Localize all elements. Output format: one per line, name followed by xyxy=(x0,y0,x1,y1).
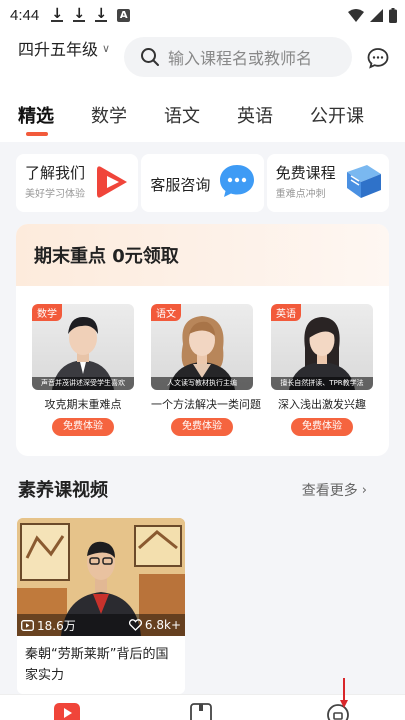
quick-link-free-course[interactable]: 免费课程 重难点冲刺 xyxy=(266,154,389,212)
top-header: 四升五年级 ∨ 输入课程名或教师名 xyxy=(0,30,405,90)
download-icon: ↓ xyxy=(51,6,64,22)
teacher-card-desc: 深入浅出激发兴趣 xyxy=(278,398,366,411)
tab-featured[interactable]: 精选 xyxy=(18,90,54,142)
status-time: 4:44 xyxy=(10,6,40,24)
grade-label: 四升五年级 xyxy=(18,40,99,59)
wifi-icon xyxy=(348,8,364,22)
play-triangle-icon xyxy=(97,166,128,198)
search-placeholder: 输入课程名或教师名 xyxy=(168,49,313,68)
signal-icon xyxy=(370,8,383,22)
see-more-link[interactable]: 查看更多 › xyxy=(302,480,367,500)
chevron-right-icon: › xyxy=(361,482,367,498)
teacher-card-english[interactable]: 英语 擅长自然拼读、TPR教学法 深入浅出激发兴趣 免费体验 xyxy=(271,304,373,436)
subject-tag: 英语 xyxy=(271,304,301,321)
notification-a-icon: A xyxy=(117,8,131,22)
tab-home-icon[interactable] xyxy=(54,703,80,720)
teacher-card-desc: 一个方法解决一类问题 xyxy=(151,398,261,411)
book-icon xyxy=(346,165,381,198)
see-more-label: 查看更多 xyxy=(301,483,358,499)
free-trial-button[interactable]: 免费体验 xyxy=(171,418,233,436)
chat-bubble-icon xyxy=(219,165,254,197)
section-title: 素养课视频 xyxy=(18,480,108,501)
status-bar: 4:44 ↓ ↓ ↓ A xyxy=(0,0,405,30)
heart-icon xyxy=(128,619,142,631)
video-thumbnail: 18.6万 6.8k+ xyxy=(17,518,185,636)
teacher-caption: 擅长自然拼读、TPR教学法 xyxy=(271,377,373,390)
tab-chinese[interactable]: 语文 xyxy=(164,90,200,142)
grade-selector[interactable]: 四升五年级 ∨ xyxy=(18,36,110,60)
message-icon[interactable] xyxy=(366,46,390,70)
quick-link-about-us[interactable]: 了解我们 美好学习体验 xyxy=(16,154,139,212)
teacher-card-chinese[interactable]: 语文 人文读写教材执行主编 一个方法解决一类问题 免费体验 xyxy=(151,304,261,436)
teacher-photo: 数学 声音并茂讲述深受学生喜欢 xyxy=(32,304,134,390)
tab-math[interactable]: 数学 xyxy=(91,90,127,142)
teacher-photo: 英语 擅长自然拼读、TPR教学法 xyxy=(271,304,373,390)
quick-links: 了解我们 美好学习体验 客服咨询 免费课程 重难点冲刺 xyxy=(16,154,389,212)
play-count: 18.6万 xyxy=(37,618,76,633)
free-trial-button[interactable]: 免费体验 xyxy=(52,418,114,436)
subject-tag: 数学 xyxy=(32,304,62,321)
free-trial-button[interactable]: 免费体验 xyxy=(291,418,353,436)
chevron-down-icon: ∨ xyxy=(102,41,111,55)
teacher-caption: 人文读写教材执行主编 xyxy=(151,377,253,390)
teacher-card-math[interactable]: 数学 声音并茂讲述深受学生喜欢 攻克期末重难点 免费体验 xyxy=(32,304,134,436)
tab-english[interactable]: 英语 xyxy=(237,90,273,142)
arrow-down-icon xyxy=(340,678,348,708)
video-card[interactable]: 18.6万 6.8k+ 秦朝“劳斯莱斯”背后的国家实力 xyxy=(17,518,185,694)
battery-icon xyxy=(389,7,397,23)
search-input[interactable]: 输入课程名或教师名 xyxy=(124,37,352,77)
promo-card: 期末重点 0元领取 数学 声音并茂讲述深受学生喜欢 攻克期末重难点 免费体验 语… xyxy=(16,224,389,456)
search-icon xyxy=(141,48,159,66)
tab-courses-icon[interactable] xyxy=(190,703,212,720)
play-count-icon xyxy=(21,619,34,631)
teacher-caption: 声音并茂讲述深受学生喜欢 xyxy=(32,377,134,390)
teacher-photo: 语文 人文读写教材执行主编 xyxy=(151,304,253,390)
subject-tag: 语文 xyxy=(151,304,181,321)
download-icon: ↓ xyxy=(73,6,86,22)
promo-title: 期末重点 0元领取 xyxy=(34,246,179,267)
download-icon: ↓ xyxy=(95,6,108,22)
video-stats: 18.6万 6.8k+ xyxy=(17,614,185,636)
video-title: 秦朝“劳斯莱斯”背后的国家实力 xyxy=(25,647,169,683)
like-count: 6.8k+ xyxy=(144,618,181,632)
category-tabs: 精选 数学 语文 英语 公开课 xyxy=(0,90,405,142)
teacher-card-desc: 攻克期末重难点 xyxy=(44,398,122,411)
quick-link-customer-service[interactable]: 客服咨询 xyxy=(141,154,264,212)
tab-open-class[interactable]: 公开课 xyxy=(310,90,364,142)
